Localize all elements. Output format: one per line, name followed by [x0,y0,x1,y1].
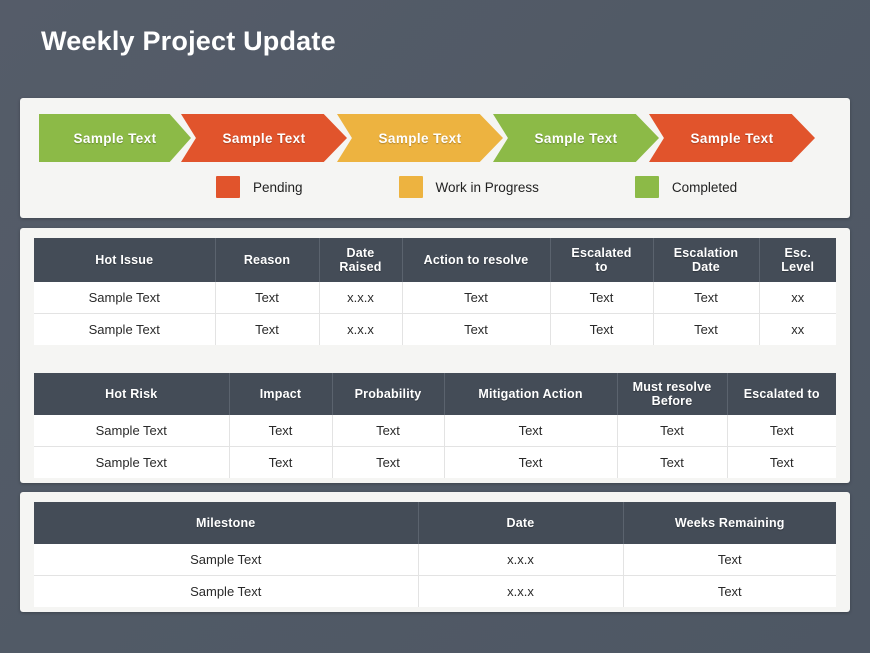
table-cell: Text [444,415,618,447]
process-chevron-row: Sample Text Sample Text Sample Text Sample … [39,114,815,162]
table-cell: Text [653,313,760,345]
table-row: Sample Text Text x.x.x Text Text Text xx [34,282,836,314]
table-row: Sample Text Text Text Text Text Text [34,446,836,478]
table-cell: Sample Text [34,446,230,478]
column-header: Action to resolve [402,238,551,282]
column-header: Escalated to [550,238,654,282]
table-cell: Text [653,282,760,314]
column-header: Esc. Level [759,238,836,282]
process-step-3[interactable]: Sample Text [337,114,503,162]
process-step-label: Sample Text [534,130,618,146]
legend-item-completed: Completed [634,176,738,198]
table-cell: Text [623,575,836,607]
status-legend: Pending Work in Progress Completed [216,176,737,198]
column-header: Escalated to [727,373,836,415]
table-cell: Text [229,415,333,447]
table-cell: Text [332,415,445,447]
table-cell: Text [402,313,551,345]
table-cell: Text [727,446,836,478]
process-step-2[interactable]: Sample Text [181,114,347,162]
table-cell: Text [617,415,728,447]
table-cell: Sample Text [34,282,216,314]
column-header: Date [418,502,624,544]
table-row: Sample Text Text Text Text Text Text [34,415,836,447]
table-cell: Sample Text [34,415,230,447]
column-header: Escalation Date [653,238,760,282]
table-cell: Text [402,282,551,314]
milestones-table: Milestone Date Weeks Remaining Sample Text… [34,502,836,607]
table-cell: Text [444,446,618,478]
process-step-label: Sample Text [73,130,157,146]
legend-color-swatch [216,176,240,198]
table-cell: x.x.x [319,282,403,314]
column-header: Date Raised [319,238,403,282]
legend-label: Pending [253,179,303,195]
process-step-label: Sample Text [222,130,306,146]
table-row: Sample Text x.x.x Text [34,575,836,607]
process-step-1[interactable]: Sample Text [39,114,191,162]
column-header: Milestone [34,502,419,544]
table-cell: x.x.x [319,313,403,345]
table-row: Sample Text Text x.x.x Text Text Text xx [34,313,836,345]
table-row: Sample Text x.x.x Text [34,544,836,576]
process-step-4[interactable]: Sample Text [493,114,659,162]
legend-item-pending: Pending [216,176,303,198]
table-cell: Text [229,446,333,478]
table-cell: xx [759,282,836,314]
column-header: Reason [215,238,320,282]
table-cell: x.x.x [418,544,624,576]
process-step-label: Sample Text [690,130,774,146]
table-cell: xx [759,313,836,345]
hot-issues-table: Hot Issue Reason Date Raised Action to resol… [34,238,836,345]
column-header: Must resolve Before [617,373,728,415]
table-cell: Sample Text [34,313,216,345]
column-header: Probability [332,373,445,415]
table-cell: Text [550,282,654,314]
legend-label: Completed [671,179,738,195]
legend-color-swatch [634,176,659,198]
column-header: Weeks Remaining [623,502,836,544]
process-step-5[interactable]: Sample Text [649,114,815,162]
table-cell: Sample Text [34,575,419,607]
column-header: Hot Risk [34,373,230,415]
table-cell: Text [215,282,320,314]
table-cell: Text [215,313,320,345]
table-cell: Text [332,446,445,478]
table-cell: Text [623,544,836,576]
legend-label: Work in Progress [435,179,539,195]
page-title: Weekly Project Update [41,26,336,56]
table-cell: Text [727,415,836,447]
table-header-row: Milestone Date Weeks Remaining [34,502,836,544]
hot-risks-table: Hot Risk Impact Probability Mitigation Acti… [34,373,836,478]
column-header: Mitigation Action [444,373,618,415]
column-header: Hot Issue [34,238,216,282]
table-cell: x.x.x [418,575,624,607]
table-header-row: Hot Issue Reason Date Raised Action to resol… [34,238,836,282]
column-header: Impact [229,373,333,415]
table-header-row: Hot Risk Impact Probability Mitigation Acti… [34,373,836,415]
table-cell: Sample Text [34,544,419,576]
legend-item-work-in-progress: Work in Progress [398,176,539,198]
process-step-label: Sample Text [378,130,462,146]
table-cell: Text [617,446,728,478]
table-cell: Text [550,313,654,345]
process-flow-panel: Sample Text Sample Text Sample Text Sample … [20,98,850,218]
legend-color-swatch [398,176,423,198]
